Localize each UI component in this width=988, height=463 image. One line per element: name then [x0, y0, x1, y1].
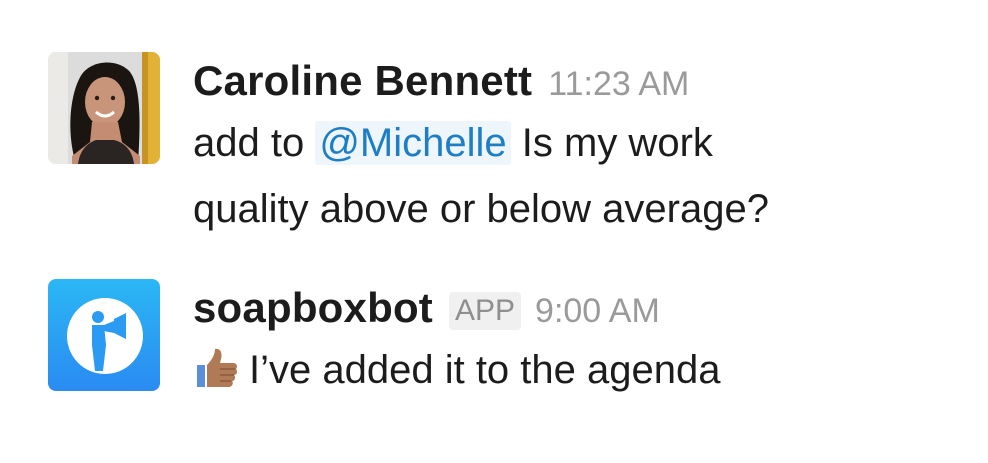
sender-name[interactable]: Caroline Bennett	[193, 52, 532, 110]
user-photo-icon	[48, 52, 160, 164]
megaphone-person-icon	[48, 279, 160, 391]
bot-text: I’ve added it to the agenda	[249, 348, 721, 392]
avatar-soapboxbot[interactable]	[48, 279, 160, 391]
timestamp[interactable]: 11:23 AM	[548, 65, 689, 104]
text-prefix: add to	[193, 121, 316, 165]
message-text: I’ve added it to the agenda	[193, 337, 968, 403]
message-text: add to @Michelle Is my work quality abov…	[193, 110, 968, 242]
sender-name[interactable]: soapboxbot	[193, 279, 433, 337]
timestamp[interactable]: 9:00 AM	[535, 292, 660, 331]
mention-link[interactable]: @Michelle	[315, 121, 511, 165]
thumbs-up-icon	[197, 348, 238, 387]
message-header: Caroline Bennett 11:23 AM	[193, 52, 968, 110]
avatar-caroline[interactable]	[48, 52, 160, 164]
message-header: soapboxbot APP 9:00 AM	[193, 279, 968, 337]
text-line2: quality above or below average?	[193, 187, 769, 231]
message-content: Caroline Bennett 11:23 AM add to @Michel…	[193, 52, 968, 242]
app-badge: APP	[449, 292, 522, 330]
text-line1-suffix: Is my work	[510, 121, 713, 165]
message-content: soapboxbot APP 9:00 AM I’ve added it to …	[193, 279, 968, 403]
